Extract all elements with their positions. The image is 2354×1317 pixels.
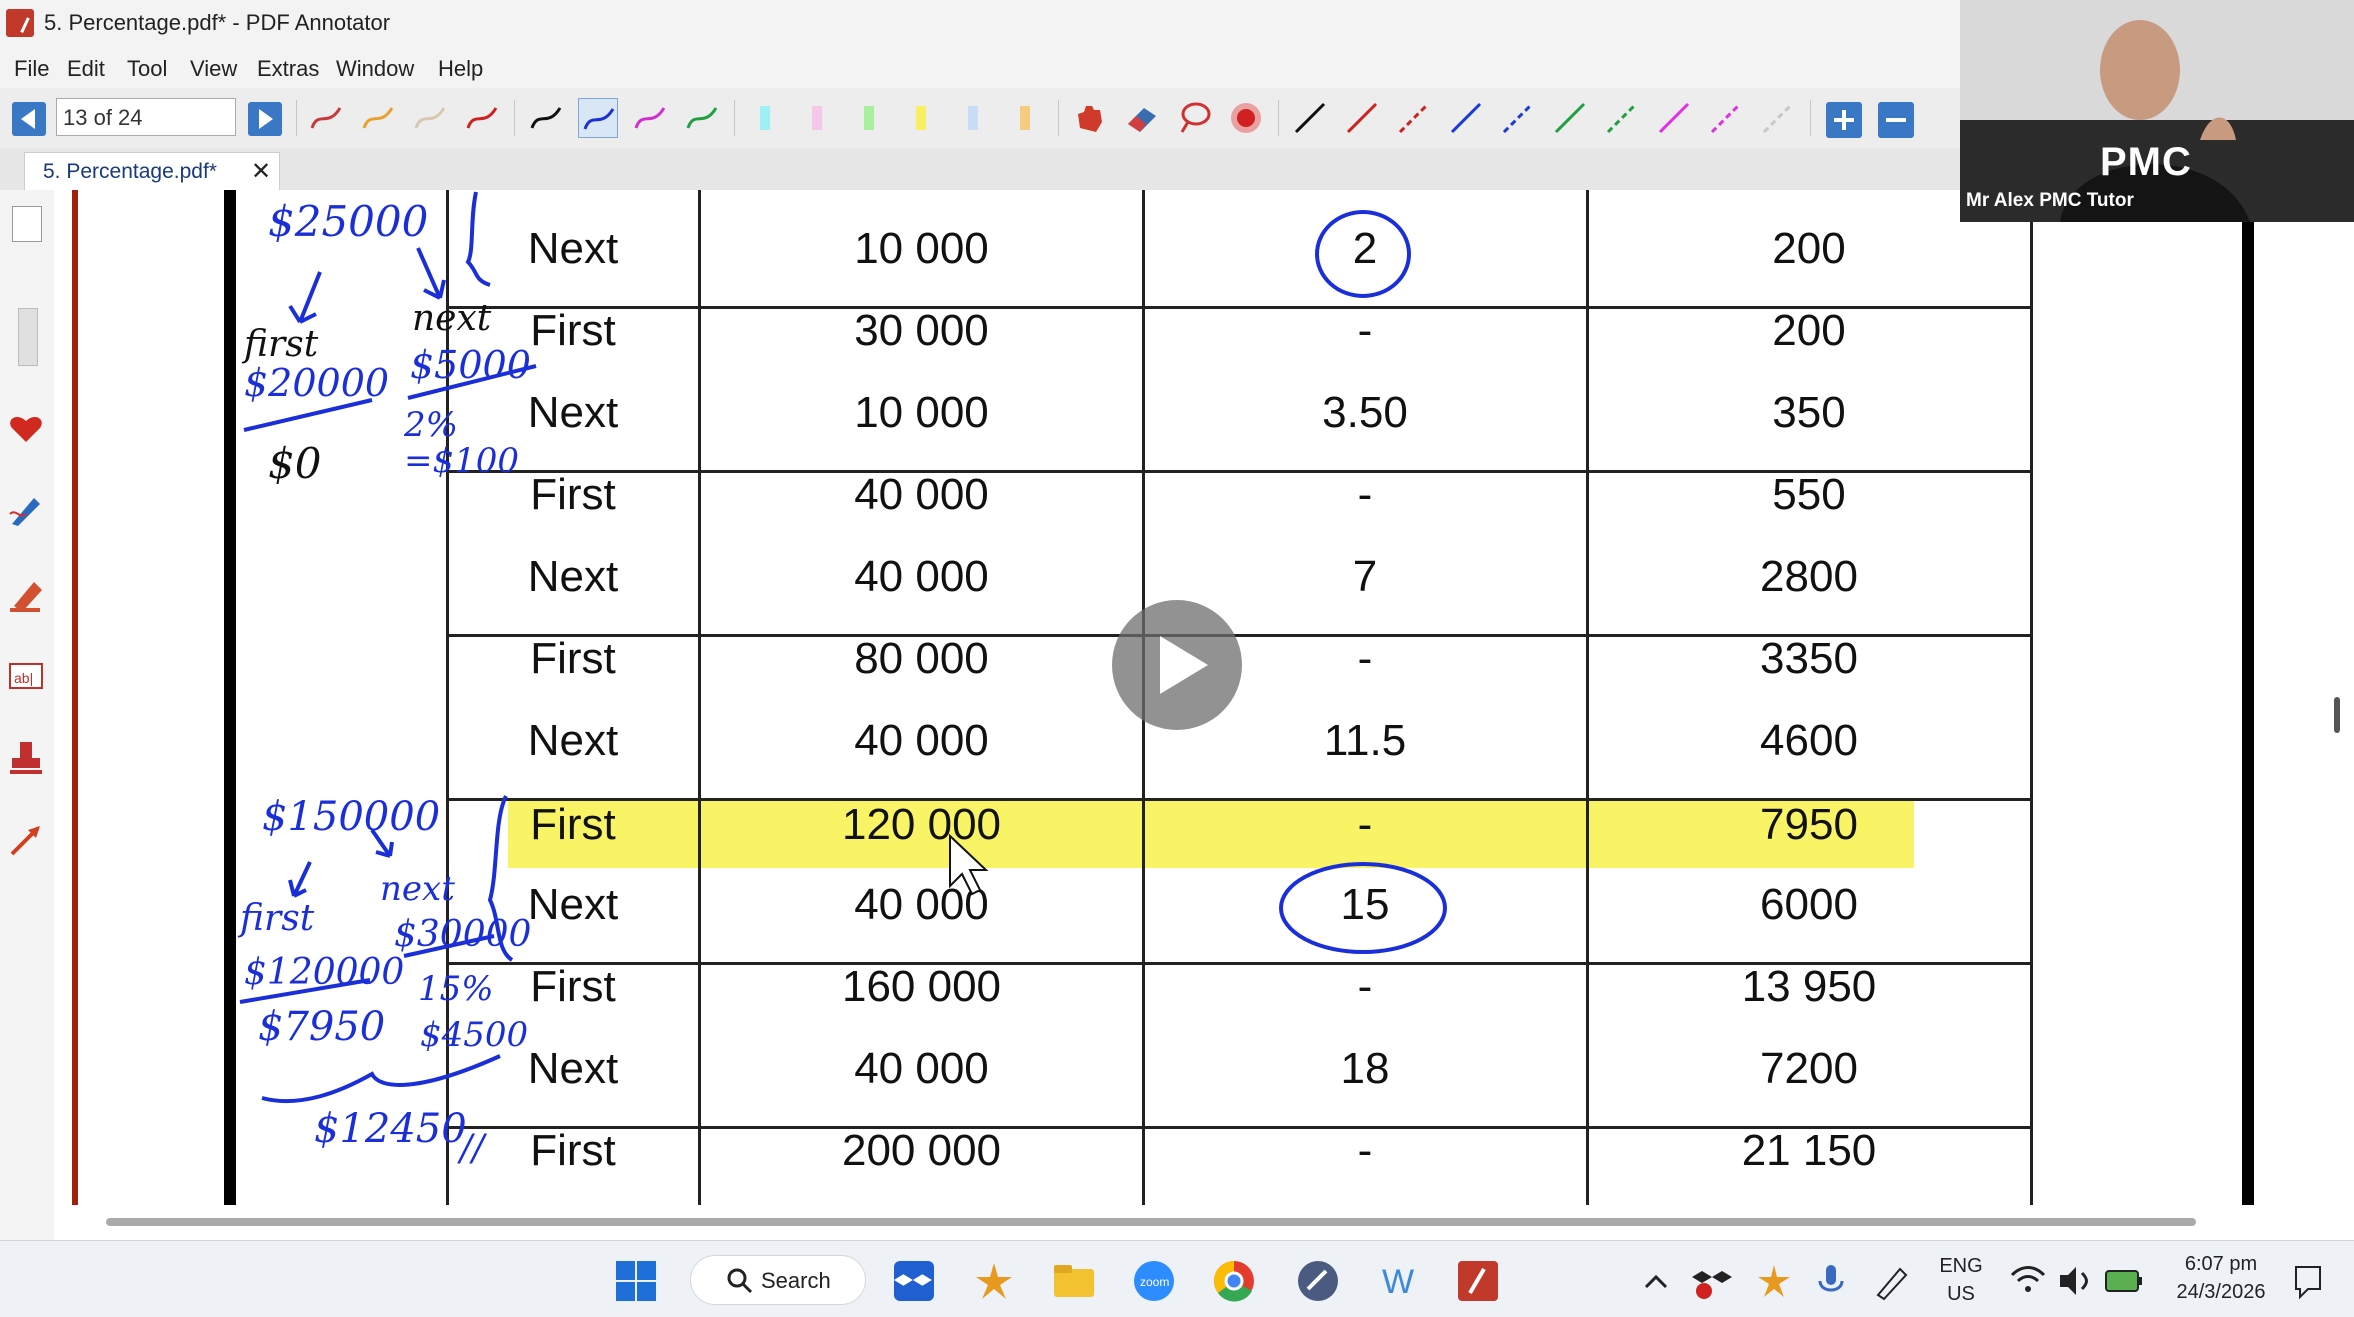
clock-time[interactable]: 6:07 pm (2166, 1253, 2276, 1276)
wifi-icon[interactable] (2006, 1259, 2050, 1303)
ink-first-word: first (241, 324, 319, 365)
clock-date[interactable]: 24/3/2026 (2166, 1281, 2276, 1304)
ink-bottom-first-tax: $7950 (258, 1004, 385, 1050)
ink-bottom-next-amount: $30000 (394, 914, 531, 955)
ink-circle (1315, 210, 1411, 298)
ink-bottom-next-tax: $4500 (420, 1015, 528, 1055)
ink-top-total: $25000 (268, 197, 428, 246)
ink-next-word: next (412, 298, 492, 339)
pdf-annotator-taskbar-icon[interactable] (1456, 1259, 1500, 1303)
webcam-brand-logo: PMC (2100, 140, 2192, 184)
horizontal-scrollbar[interactable] (106, 1218, 2196, 1226)
pen-tray-icon[interactable] (1870, 1259, 1914, 1303)
ink-bottom-rate: 15% (418, 969, 494, 1009)
ink-next-amount: $5000 (410, 343, 531, 387)
webcam-name-label: Mr Alex PMC Tutor (1966, 190, 2134, 211)
microphone-icon[interactable] (1810, 1259, 1854, 1303)
ink-first-amount: $20000 (244, 361, 389, 405)
ink-rate-line: 2% (403, 405, 458, 445)
app-star-icon[interactable] (972, 1259, 1016, 1303)
notification-icon[interactable] (2286, 1259, 2330, 1303)
settings-app-icon[interactable] (1296, 1259, 1340, 1303)
dropbox-icon[interactable] (892, 1259, 936, 1303)
play-icon (1160, 636, 1208, 694)
ink-bottom-first-word: first (237, 898, 315, 939)
search-icon (727, 1268, 753, 1294)
ink-zero-tax: $0 (268, 439, 321, 488)
ink-arrow (288, 271, 322, 324)
ink-bottom-first-amount: $120000 (244, 952, 404, 993)
video-play-button[interactable] (1112, 600, 1242, 730)
ink-circle (1279, 862, 1447, 954)
language-indicator-bottom[interactable]: US (1936, 1283, 1986, 1306)
presenter-video (1960, 0, 2354, 222)
tray-star-icon[interactable] (1752, 1259, 1796, 1303)
zoom-app-icon[interactable]: zoom (1132, 1259, 1176, 1303)
chevron-up-icon[interactable] (1634, 1259, 1678, 1303)
windows-start-icon[interactable] (614, 1259, 658, 1303)
chrome-icon[interactable] (1212, 1259, 1256, 1303)
ink-bracket (465, 191, 491, 287)
dropbox-tray-icon[interactable] (1690, 1259, 1734, 1303)
search-label: Search (761, 1268, 831, 1293)
ink-rate-result: =$100 (404, 441, 519, 481)
ink-bottom-next-word: next (380, 869, 455, 909)
ink-arrow (288, 861, 312, 898)
battery-icon[interactable] (2102, 1259, 2146, 1303)
taskbar: Search zoom W ENG US 6:07 pm 24/3/2026 (0, 1240, 2354, 1317)
ink-arrow (416, 247, 446, 300)
svg-text:zoom: zoom (1140, 1275, 1169, 1289)
mouse-cursor-icon (949, 833, 989, 896)
taskbar-search[interactable]: Search (690, 1255, 866, 1305)
volume-icon[interactable] (2054, 1259, 2098, 1303)
word-app-icon[interactable]: W (1376, 1259, 1420, 1303)
webcam-overlay: PMC Mr Alex PMC Tutor (1960, 0, 2354, 222)
ink-bottom-total: $150000 (262, 794, 440, 840)
vertical-scrollbar-thumb[interactable] (2334, 697, 2340, 733)
language-indicator-top[interactable]: ENG (1936, 1255, 1986, 1278)
ink-bottom-sum: $12450 (314, 1106, 467, 1152)
file-explorer-icon[interactable] (1052, 1259, 1096, 1303)
ink-bottom-mark: // (457, 1128, 488, 1169)
ink-brace (261, 1054, 501, 1104)
svg-text:W: W (1382, 1263, 1414, 1301)
